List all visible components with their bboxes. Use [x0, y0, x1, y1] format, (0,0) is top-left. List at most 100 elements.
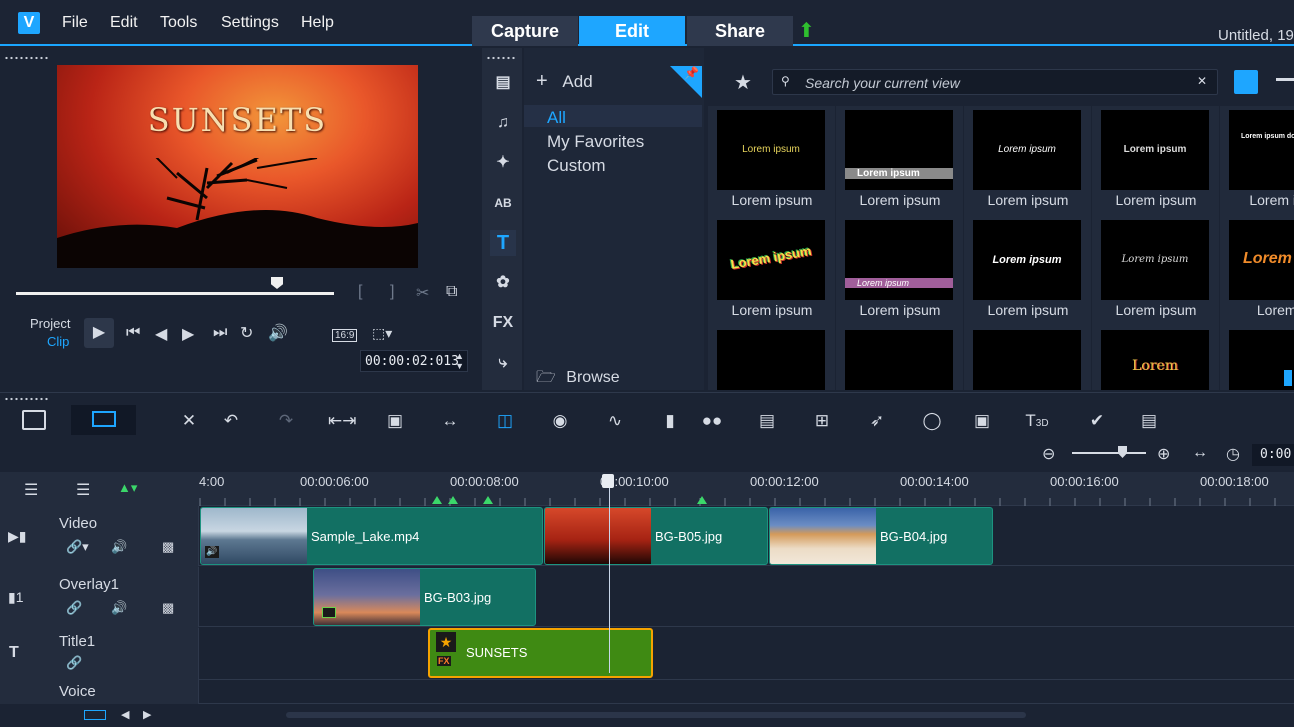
- title-preset[interactable]: [708, 326, 835, 390]
- mark-out-icon[interactable]: ]: [390, 283, 394, 301]
- mask-icon[interactable]: ◯: [920, 410, 944, 432]
- add-track-icon[interactable]: ☰: [76, 480, 90, 500]
- time-ruler[interactable]: 4:00 00:00:06:00 00:00:08:00 00:00:10:00…: [199, 472, 1294, 506]
- next-frame-icon[interactable]: ▶: [182, 324, 194, 344]
- track-manager-icon[interactable]: ☰: [24, 480, 38, 500]
- menu-edit[interactable]: Edit: [110, 14, 138, 32]
- link-icon[interactable]: 🔗: [66, 655, 82, 671]
- scrub-bar[interactable]: [16, 292, 334, 295]
- add-to-favorites-icon[interactable]: ★: [734, 70, 752, 95]
- aspect-ratio-button[interactable]: 16:9: [332, 329, 358, 342]
- folder-custom[interactable]: Custom: [547, 156, 606, 176]
- render-icon[interactable]: ▤: [1137, 410, 1161, 432]
- folder-all[interactable]: All: [547, 108, 566, 128]
- path-icon[interactable]: ⤷: [490, 350, 516, 376]
- undo-icon[interactable]: ↶: [219, 410, 243, 432]
- mute-icon[interactable]: 🔊: [111, 539, 127, 555]
- fit-timeline-icon[interactable]: ⇤⇥: [328, 410, 357, 432]
- title-preset[interactable]: [836, 326, 963, 390]
- tab-capture[interactable]: Capture: [472, 16, 578, 46]
- list-view-icon[interactable]: [1276, 78, 1294, 81]
- clear-search-icon[interactable]: ✕: [1197, 74, 1207, 88]
- chapter-marker[interactable]: [432, 496, 442, 504]
- link-icon[interactable]: 🔗: [66, 600, 82, 616]
- crop-icon[interactable]: ⬚▾: [372, 325, 392, 342]
- smart-fit-icon[interactable]: ▣: [970, 410, 994, 432]
- transparency-icon[interactable]: ▩: [162, 600, 174, 616]
- title-preset[interactable]: [964, 326, 1091, 390]
- title-preset[interactable]: Lorem ipsum Lorem ipsum: [708, 216, 835, 326]
- title-preset[interactable]: Lorem ipsum Lorem ipsum: [1092, 216, 1219, 326]
- title-preset[interactable]: Lorem: [1092, 326, 1219, 390]
- title-icon[interactable]: T: [490, 230, 516, 256]
- menu-file[interactable]: File: [62, 14, 88, 32]
- scroll-left-icon[interactable]: ◀: [121, 708, 129, 721]
- split-icon[interactable]: ↔: [438, 410, 462, 432]
- volume-icon[interactable]: 🔊: [268, 323, 288, 343]
- title-preset[interactable]: [1220, 326, 1294, 390]
- preview-window[interactable]: SUNSETS: [57, 65, 418, 268]
- 3d-title-icon[interactable]: T3D: [1022, 410, 1052, 432]
- overlay-track-icon[interactable]: ▮1: [8, 589, 24, 606]
- graphics-icon[interactable]: ✿: [490, 270, 516, 296]
- go-to-start-icon[interactable]: ⏮: [126, 324, 140, 342]
- subtitle-icon[interactable]: ▤: [755, 410, 779, 432]
- chapter-marker[interactable]: [697, 496, 707, 504]
- transition-icon[interactable]: AB: [490, 190, 516, 216]
- media-icon[interactable]: ▤: [490, 70, 516, 96]
- horizontal-scrollbar[interactable]: [286, 712, 1026, 718]
- timeline-grip[interactable]: [4, 397, 50, 401]
- split-screen-icon[interactable]: ⊞: [810, 410, 834, 432]
- thumbnail-view-icon[interactable]: [1234, 70, 1258, 94]
- timecode-display[interactable]: 00:00:02:013 ▲ ▼: [360, 350, 468, 372]
- panel-grip[interactable]: [4, 56, 50, 60]
- title-preset[interactable]: Lorem Lorem | i: [1220, 216, 1294, 326]
- menu-settings[interactable]: Settings: [221, 14, 279, 32]
- search-input[interactable]: ⚲ Search your current view ✕: [772, 69, 1218, 95]
- library-grip[interactable]: [486, 56, 516, 60]
- clip-bg-b03[interactable]: BG-B03.jpg: [313, 568, 536, 626]
- project-mode-label[interactable]: Project: [30, 316, 70, 331]
- enlarge-preview-icon[interactable]: ⧉: [446, 283, 457, 301]
- title-preset[interactable]: Lorem ipsum Lorem ipsum: [836, 106, 963, 216]
- title-track-icon[interactable]: T: [9, 644, 19, 662]
- mark-in-icon[interactable]: [: [358, 283, 362, 301]
- ripple-edit-icon[interactable]: ◫: [493, 410, 517, 432]
- repeat-icon[interactable]: ↻: [240, 323, 253, 343]
- timeline-view-button[interactable]: [71, 405, 136, 435]
- mute-icon[interactable]: 🔊: [111, 600, 127, 616]
- chapter-marker[interactable]: [448, 496, 458, 504]
- clip-bg-b04[interactable]: BG-B04.jpg: [769, 507, 993, 565]
- transparency-icon[interactable]: ▩: [162, 539, 174, 555]
- auto-scroll-icon[interactable]: [84, 710, 106, 720]
- tools-icon[interactable]: ✕: [177, 410, 201, 432]
- zoom-in-icon[interactable]: ⊕: [1157, 444, 1170, 464]
- menu-tools[interactable]: Tools: [160, 14, 197, 32]
- previous-frame-icon[interactable]: ◀: [155, 324, 167, 344]
- menu-help[interactable]: Help: [301, 14, 334, 32]
- library-scrollbar[interactable]: [1284, 370, 1292, 386]
- audio-wave-icon[interactable]: ∿: [603, 410, 627, 432]
- audio-icon[interactable]: ♫: [490, 110, 516, 136]
- timecode-stepper-icon[interactable]: ▲ ▼: [455, 351, 464, 371]
- video-camera-icon[interactable]: ▶▮: [8, 528, 26, 545]
- upload-arrow-icon[interactable]: ⬆: [798, 20, 820, 42]
- clip-bg-b05[interactable]: BG-B05.jpg: [544, 507, 768, 565]
- title-preset[interactable]: Lorem ipsum Lorem ipsum: [836, 216, 963, 326]
- title-preset[interactable]: Lorem ipsum Lorem ipsum: [964, 216, 1091, 326]
- instant-project-icon[interactable]: ✦: [490, 150, 516, 176]
- color-grading-icon[interactable]: ●●: [700, 410, 724, 432]
- clip-title-sunsets[interactable]: ★ FX SUNSETS: [428, 628, 653, 678]
- zoom-out-icon[interactable]: ⊖: [1042, 444, 1055, 464]
- tab-edit[interactable]: Edit: [579, 16, 685, 46]
- browse-button[interactable]: 🗁 Browse: [536, 366, 620, 393]
- motion-tracking-icon[interactable]: ➶: [865, 410, 889, 432]
- zoom-slider[interactable]: [1072, 452, 1146, 454]
- multi-camera-icon[interactable]: ▮: [658, 410, 682, 432]
- playhead-handle[interactable]: [602, 474, 614, 488]
- title-preset[interactable]: Lorem ipsum Lorem ipsum: [964, 106, 1091, 216]
- title-preset[interactable]: Lorem ipsum dolor Lorem ipsu: [1220, 106, 1294, 216]
- link-icon[interactable]: 🔗▾: [66, 539, 89, 555]
- tab-share[interactable]: Share: [687, 16, 793, 46]
- folder-my-favorites[interactable]: My Favorites: [547, 132, 644, 152]
